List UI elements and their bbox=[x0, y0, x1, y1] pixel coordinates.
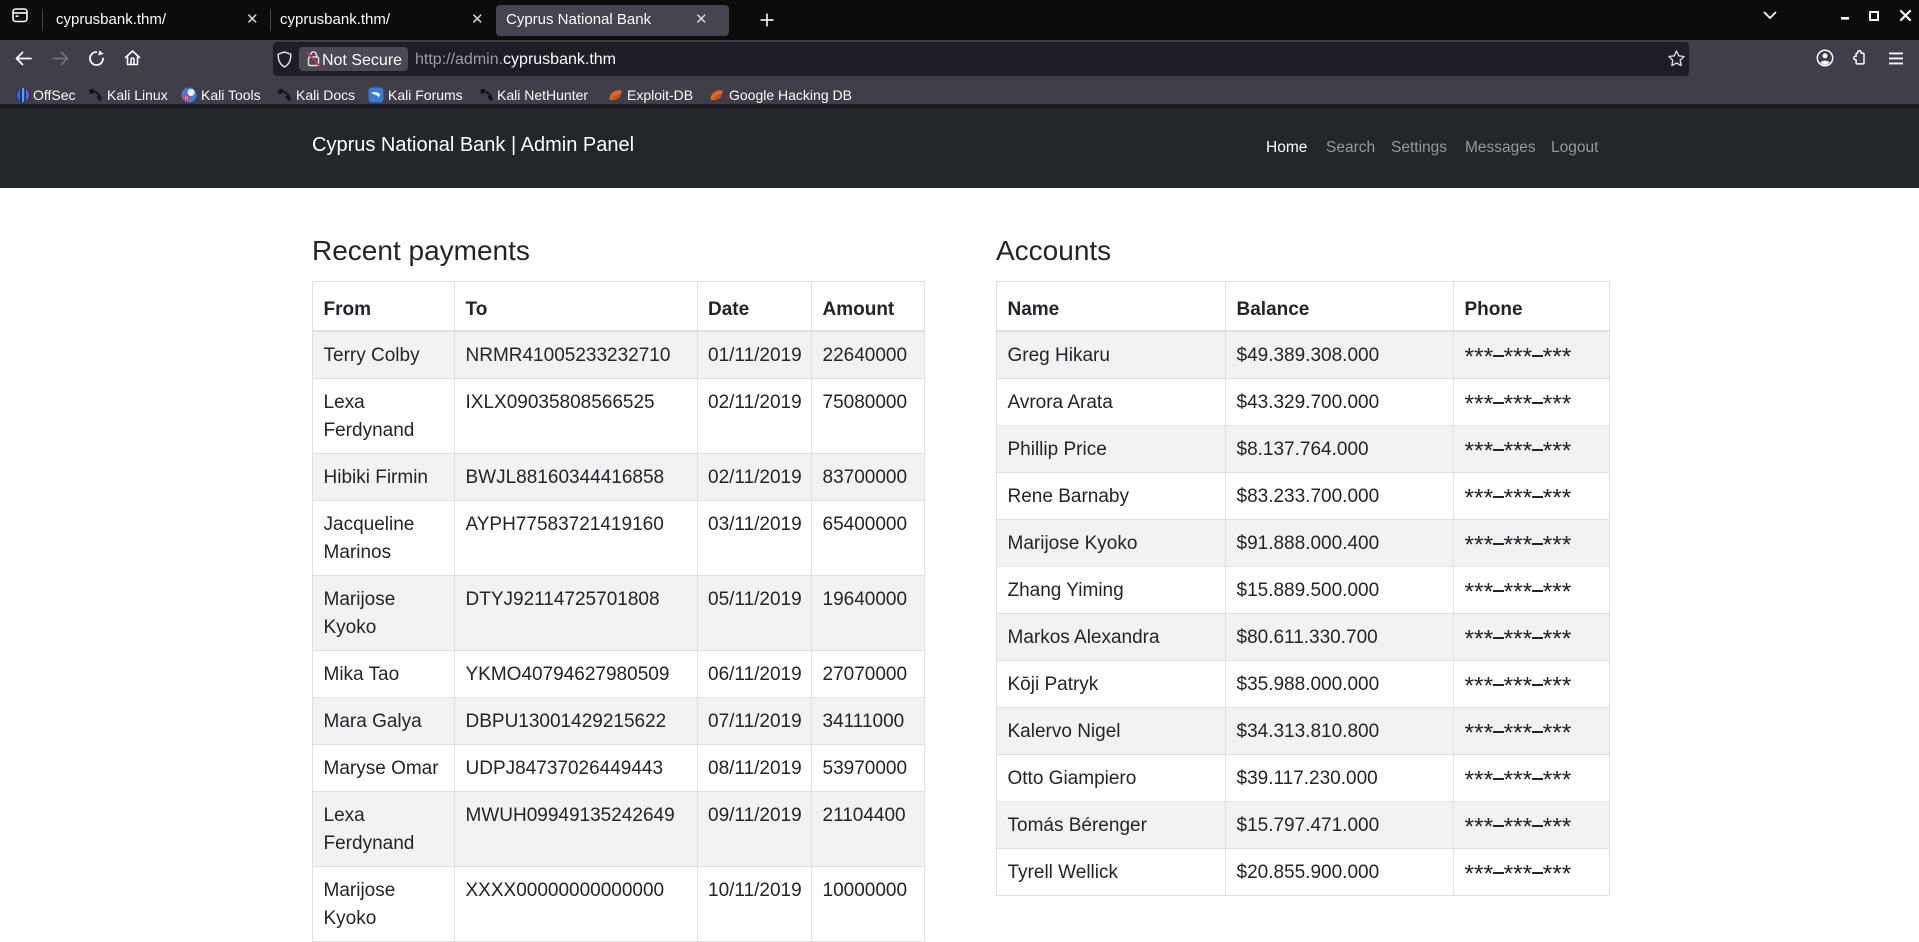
svg-text:n: n bbox=[185, 95, 188, 101]
